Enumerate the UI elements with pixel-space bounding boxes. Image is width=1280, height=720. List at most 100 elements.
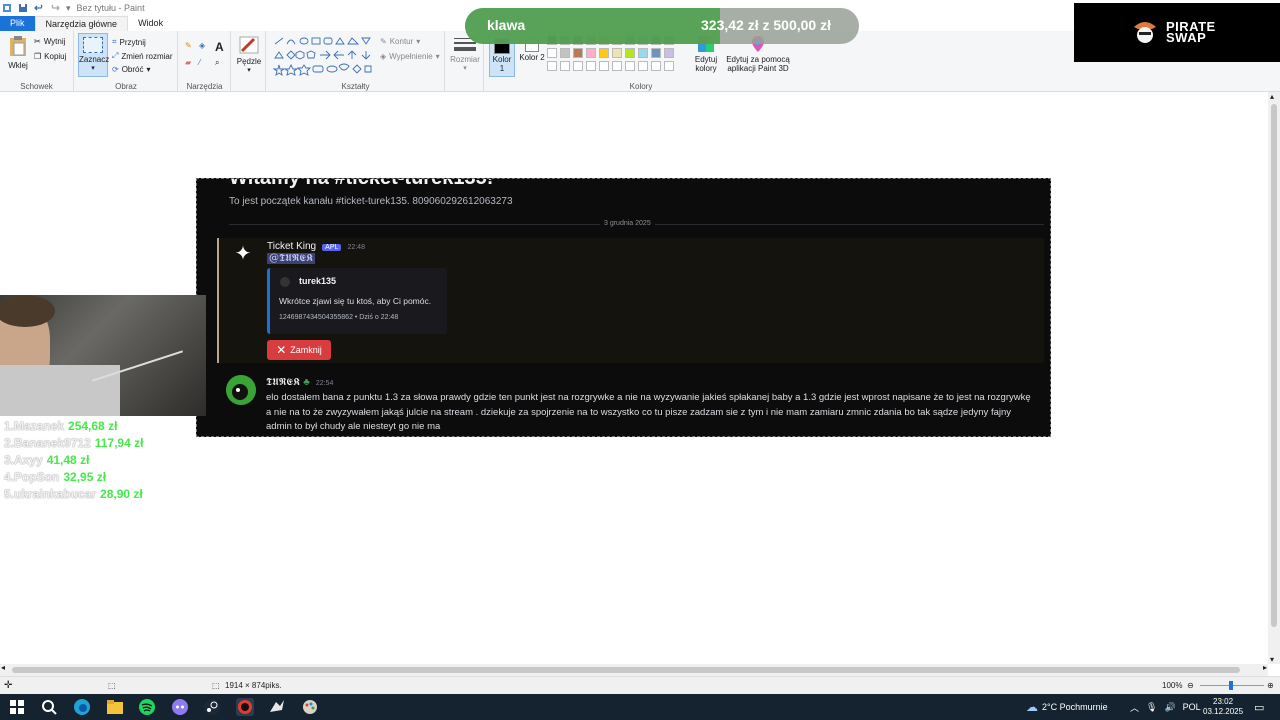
close-ticket-button[interactable]: ✕ Zamknij <box>267 340 331 360</box>
outline-dropdown[interactable]: ✎ Kontur ▾ <box>380 37 420 46</box>
palette-color-swatch[interactable] <box>560 48 570 58</box>
app-badge: APL <box>322 244 342 251</box>
fill-bucket-icon[interactable]: ◈ <box>199 41 205 50</box>
windows-start-icon[interactable] <box>8 698 26 716</box>
vertical-scrollbar[interactable]: ▴ ▾ <box>1268 92 1280 664</box>
discord-app-icon[interactable] <box>171 698 189 716</box>
undo-icon[interactable] <box>34 3 44 13</box>
custom-color-slot[interactable] <box>573 61 583 71</box>
counter-strike-icon[interactable] <box>268 698 286 716</box>
quick-access-dropdown-icon[interactable]: ▾ <box>66 3 71 14</box>
tab-file[interactable]: Plik <box>0 16 35 31</box>
donation-goal-bar: klawa 323,42 zł z 500,00 zł <box>465 8 859 44</box>
notification-icon[interactable]: ▭ <box>1254 694 1264 720</box>
steam-icon[interactable] <box>203 698 221 716</box>
tab-view[interactable]: Widok <box>128 16 173 31</box>
obs-icon[interactable] <box>236 698 254 716</box>
scroll-left-icon[interactable]: ◂ <box>1 663 5 672</box>
custom-color-slot[interactable] <box>612 61 622 71</box>
spotify-icon[interactable] <box>138 698 156 716</box>
custom-color-slot[interactable] <box>664 61 674 71</box>
status-bar: ✛ ⬚ ⬚ 1914 × 874piks. 100% ⊖ ⊕ <box>0 676 1280 694</box>
weather-widget[interactable]: ☁ 2°C Pochmurnie <box>1026 694 1108 720</box>
palette-color-swatch[interactable] <box>547 48 557 58</box>
copy-button[interactable]: ❐ Kopiuj <box>34 52 66 61</box>
horizontal-scrollbar[interactable]: ◂ ▸ <box>0 663 1268 676</box>
custom-color-slot[interactable] <box>599 61 609 71</box>
crop-button[interactable]: ⌗ Przytnij <box>112 37 146 47</box>
scroll-right-icon[interactable]: ▸ <box>1263 663 1267 672</box>
donor-amount: 254,68 zł <box>68 419 118 433</box>
paint-taskbar-icon[interactable] <box>301 698 319 716</box>
tools-group-label: Narzędzia <box>186 82 223 91</box>
text-tool-icon[interactable]: A <box>215 40 224 54</box>
custom-color-slot[interactable] <box>547 61 557 71</box>
palette-color-swatch[interactable] <box>573 48 583 58</box>
windows-taskbar: ☁ 2°C Pochmurnie ︿ 🎙 🔊 POL 23:02 03.12.2… <box>0 694 1280 720</box>
eraser-icon[interactable]: ▰ <box>185 58 191 67</box>
brushes-group: Pędzle ▾ <box>232 31 266 92</box>
tab-home[interactable]: Narzędzia główne <box>34 16 129 31</box>
rotate-button[interactable]: ⟳ Obróć ▾ <box>112 65 151 74</box>
pencil-icon[interactable]: ✎ <box>185 41 192 50</box>
palette-color-swatch[interactable] <box>586 48 596 58</box>
edge-browser-icon[interactable] <box>73 698 91 716</box>
user-mention[interactable]: @𝕿𝖀𝕽𝕰𝕶 <box>267 253 316 264</box>
palette-color-swatch[interactable] <box>651 48 661 58</box>
author-name[interactable]: 𝕿𝖀𝕽𝕰𝕶 <box>266 377 300 388</box>
zoom-out-icon[interactable]: ⊖ <box>1187 681 1194 690</box>
custom-color-slot[interactable] <box>638 61 648 71</box>
custom-color-slot[interactable] <box>651 61 661 71</box>
custom-color-slot[interactable] <box>625 61 635 71</box>
microphone-icon[interactable]: 🎙 <box>1146 702 1157 713</box>
volume-icon[interactable]: 🔊 <box>1164 702 1175 713</box>
horizontal-scroll-thumb[interactable] <box>12 667 1240 673</box>
save-icon[interactable] <box>18 3 28 13</box>
donor-name: 1.Mazanek <box>4 419 65 433</box>
scroll-down-icon[interactable]: ▾ <box>1270 655 1274 664</box>
cut-button[interactable]: ✂ Wytnij <box>34 37 65 46</box>
resize-button[interactable]: ⤢ Zmień rozmiar <box>112 51 173 61</box>
webcam-overlay <box>0 295 206 416</box>
channel-start-text: To jest początek kanału #ticket-turek135… <box>229 196 513 207</box>
donor-amount: 28,90 zł <box>100 487 143 501</box>
clipboard-group: Wklej ✂ Wytnij ❐ Kopiuj Schowek <box>0 31 74 92</box>
leaderboard-row: 1.Mazanek 254,68 zł <box>4 418 143 435</box>
fill-dropdown[interactable]: ◈ Wypełnienie ▾ <box>380 52 440 61</box>
donor-amount: 32,95 zł <box>63 470 107 484</box>
shapes-gallery-icon[interactable] <box>273 36 373 76</box>
scroll-up-icon[interactable]: ▴ <box>1270 92 1274 101</box>
file-explorer-icon[interactable] <box>106 698 124 716</box>
brushes-button[interactable]: Pędzle ▾ <box>234 35 264 74</box>
palette-color-swatch[interactable] <box>625 48 635 58</box>
paint-app-icon <box>3 4 11 12</box>
scissors-icon: ✂ <box>34 37 41 46</box>
select-button[interactable]: Zaznacz ▾ <box>78 33 109 77</box>
palette-color-swatch[interactable] <box>612 48 622 58</box>
custom-color-slot[interactable] <box>586 61 596 71</box>
clock[interactable]: 23:02 03.12.2025 <box>1203 694 1243 720</box>
pasted-discord-image[interactable]: Witamy na #ticket-turek135! To jest pocz… <box>196 178 1051 437</box>
pirateswap-sponsor-logo: PIRATE SWAP <box>1074 3 1280 62</box>
palette-color-swatch[interactable] <box>638 48 648 58</box>
color-picker-icon[interactable]: ⁄ <box>199 58 200 67</box>
magnifier-icon[interactable]: ⌕ <box>215 58 219 68</box>
clipboard-group-label: Schowek <box>20 82 53 91</box>
redo-icon[interactable] <box>50 3 60 13</box>
custom-color-slot[interactable] <box>560 61 570 71</box>
embed-text: Wkrótce zjawi się tu ktoś, aby Ci pomóc. <box>279 296 432 306</box>
zoom-slider-thumb[interactable] <box>1229 681 1233 690</box>
embed-author: turek135 <box>299 276 337 286</box>
keyboard-language[interactable]: POL <box>1183 702 1201 712</box>
chevron-up-icon[interactable]: ︿ <box>1130 701 1139 714</box>
paste-button[interactable]: Wklej <box>4 35 32 70</box>
palette-color-swatch[interactable] <box>599 48 609 58</box>
embed-avatar <box>280 277 290 287</box>
search-icon[interactable] <box>40 698 58 716</box>
rotate-icon: ⟳ <box>112 65 119 74</box>
zoom-in-icon[interactable]: ⊕ <box>1267 681 1274 690</box>
vertical-scroll-thumb[interactable] <box>1271 104 1277 627</box>
resize-icon: ⤢ <box>112 51 119 60</box>
palette-color-swatch[interactable] <box>664 48 674 58</box>
author-name[interactable]: Ticket King <box>267 241 316 252</box>
